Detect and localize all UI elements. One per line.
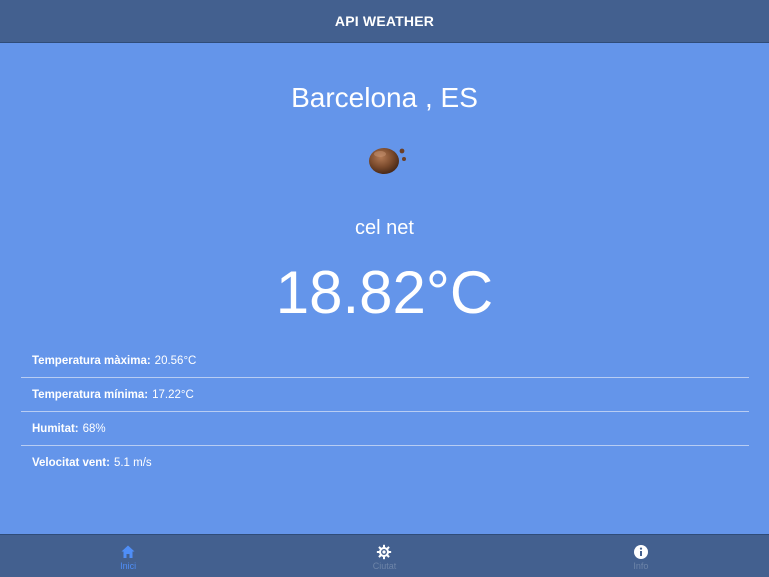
detail-label: Temperatura mínima: <box>32 388 149 401</box>
detail-label: Velocitat vent: <box>32 456 110 469</box>
tab-inici[interactable]: Inici <box>0 535 256 577</box>
tab-label: Inici <box>120 560 137 571</box>
bottom-tab-bar: Inici Ciutat Info <box>0 534 769 577</box>
app-root: API WEATHER Barcelona , ES cel net 18.82… <box>0 0 769 577</box>
tab-ciutat[interactable]: Ciutat <box>256 535 512 577</box>
settings-icon <box>377 544 392 559</box>
detail-value: 5.1 m/s <box>113 456 152 469</box>
detail-humidity: Humitat: 68% <box>21 411 749 445</box>
app-header: API WEATHER <box>0 0 769 43</box>
detail-value: 17.22°C <box>152 388 194 401</box>
tab-label: Ciutat <box>372 560 397 571</box>
detail-value: 20.56°C <box>154 354 197 367</box>
tab-info[interactable]: Info <box>513 535 769 577</box>
home-icon <box>121 545 135 558</box>
detail-label: Humitat: <box>32 422 79 435</box>
header-title: API WEATHER <box>334 13 435 29</box>
detail-max-temperature: Temperatura màxima: 20.56°C <box>21 344 749 377</box>
current-temperature: 18.82°C <box>275 259 494 326</box>
city-name: Barcelona , ES <box>291 82 478 113</box>
weather-description: cel net <box>355 217 414 239</box>
detail-wind-speed: Velocitat vent: 5.1 m/s <box>21 445 749 479</box>
info-icon <box>633 544 648 559</box>
weather-details-list: Temperatura màxima: 20.56°C Temperatura … <box>21 344 749 479</box>
detail-value: 68% <box>82 422 106 435</box>
tab-label: Info <box>633 560 649 571</box>
detail-label: Temperatura màxima: <box>32 354 151 367</box>
scattered-clouds-icon <box>369 148 406 174</box>
detail-min-temperature: Temperatura mínima: 17.22°C <box>21 377 749 411</box>
